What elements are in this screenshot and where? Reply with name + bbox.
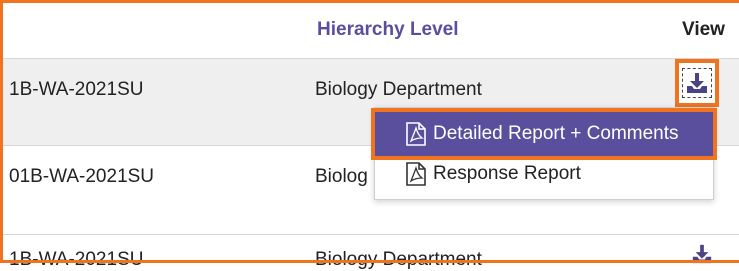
download-report-button[interactable] xyxy=(675,59,719,107)
table-header-row: Hierarchy Level View xyxy=(3,3,739,58)
hierarchy-level-column-header[interactable]: Hierarchy Level xyxy=(317,19,459,41)
view-column-header: View xyxy=(682,19,725,40)
course-code-cell: 1B-WA-2021SU xyxy=(9,79,144,100)
detailed-report-comments-menu-item[interactable]: Detailed Report + Comments xyxy=(371,108,717,160)
response-report-menu-item[interactable]: Response Report xyxy=(375,152,713,196)
download-icon xyxy=(687,73,707,93)
course-code-cell: 01B-WA-2021SU xyxy=(9,166,155,187)
menu-item-label: Detailed Report + Comments xyxy=(433,123,679,144)
view-report-dropdown-menu: Detailed Report + Comments Response Repo… xyxy=(371,107,717,200)
hierarchy-level-cell: Biology Department xyxy=(315,79,482,100)
menu-item-label: Response Report xyxy=(433,163,581,184)
pdf-icon xyxy=(406,162,426,186)
screenshot-border xyxy=(0,0,3,263)
hierarchy-level-cell: Biolog xyxy=(315,166,368,187)
screenshot-border xyxy=(0,0,739,3)
pdf-icon xyxy=(406,122,426,146)
